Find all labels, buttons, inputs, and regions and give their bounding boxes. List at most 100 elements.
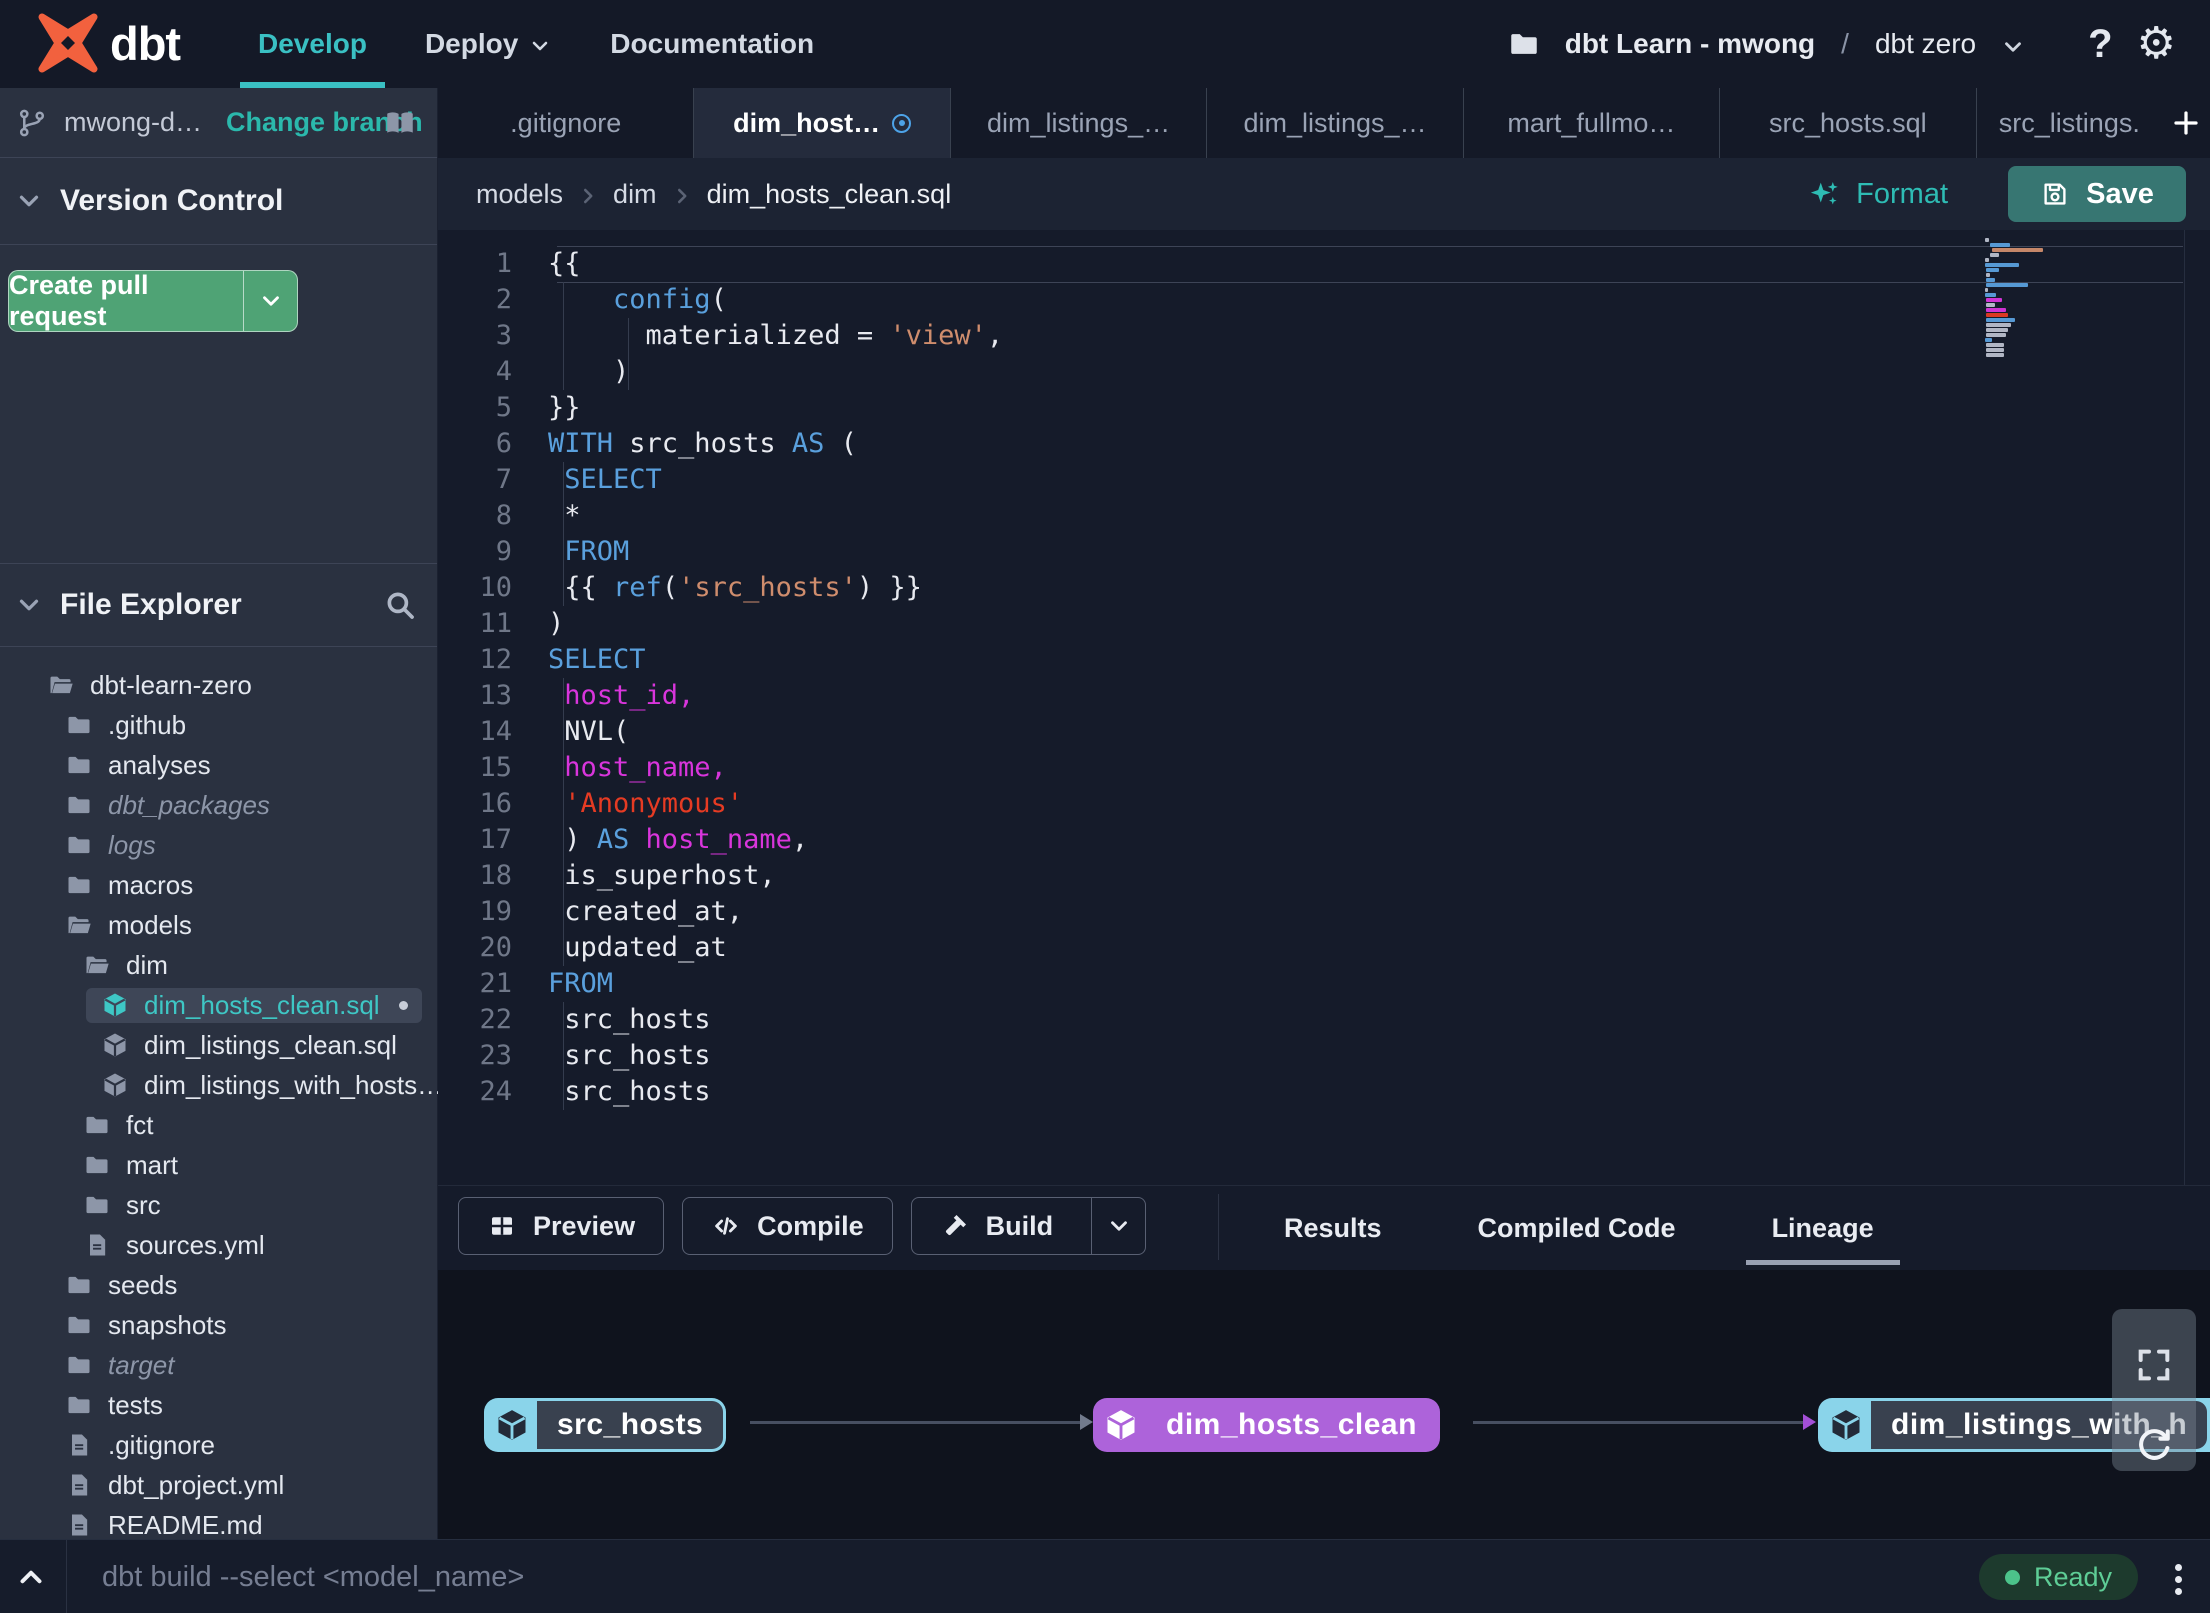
tree-item-label: .github <box>108 709 187 740</box>
tree-item-dim[interactable]: dim <box>0 945 437 985</box>
tree-item-target[interactable]: target <box>0 1345 437 1385</box>
line-number: 21 <box>479 968 512 999</box>
unsaved-dot <box>399 1000 408 1010</box>
editor-tab-dim_listings_[interactable]: dim_listings_… <box>951 88 1208 158</box>
command-input[interactable] <box>102 1540 1602 1613</box>
code-line-15: 15 host_name, <box>438 750 2210 786</box>
fullscreen-icon[interactable] <box>2134 1345 2174 1385</box>
code-line-8: 8 * <box>438 498 2210 534</box>
editor-tab-src_hosts.sql[interactable]: src_hosts.sql <box>1720 88 1977 158</box>
line-number: 3 <box>495 320 512 351</box>
nav-item-label: Documentation <box>610 28 815 59</box>
editor-tab-.gitignore[interactable]: .gitignore <box>438 88 695 158</box>
line-number: 22 <box>479 1004 512 1035</box>
branch-row: mwong-d… Change branch <box>0 88 437 158</box>
file-icon <box>64 1471 94 1499</box>
git-branch-icon <box>16 107 48 139</box>
create-pull-request-label: Create pull request <box>9 270 149 331</box>
environment-chevron-down-icon[interactable] <box>2000 34 2026 60</box>
panel-tab-lineage[interactable]: Lineage <box>1738 1186 1908 1270</box>
scrollbar-gutter[interactable] <box>2184 230 2185 1185</box>
lineage-node-dim_hosts_clean[interactable]: dim_hosts_clean <box>1093 1398 1440 1452</box>
tree-item-dbt_project.yml[interactable]: dbt_project.yml <box>0 1465 437 1505</box>
status-badge: Ready <box>1978 1554 2138 1600</box>
tree-item-dim_listings_clean.sql[interactable]: dim_listings_clean.sql <box>0 1025 437 1065</box>
tree-item-mart[interactable]: mart <box>0 1145 437 1185</box>
folder-icon <box>64 751 94 779</box>
branch-name[interactable]: mwong-d… <box>64 107 202 138</box>
reset-view-icon[interactable] <box>2132 1425 2176 1469</box>
tree-item-analyses[interactable]: analyses <box>0 745 437 785</box>
tree-item-models[interactable]: models <box>0 905 437 945</box>
tree-item-.github[interactable]: .github <box>0 705 437 745</box>
node-label: src_hosts <box>537 1401 724 1449</box>
tree-item-dim_listings_with_hosts[interactable]: dim_listings_with_hosts… <box>0 1065 443 1105</box>
tree-item-tests[interactable]: tests <box>0 1385 437 1425</box>
docs-book-icon[interactable] <box>381 106 419 140</box>
editor-tab-mart_fullmo[interactable]: mart_fullmo… <box>1464 88 1721 158</box>
kebab-menu-icon[interactable] <box>2168 1557 2188 1601</box>
folder-icon <box>64 711 94 739</box>
tree-item-snapshots[interactable]: snapshots <box>0 1305 437 1345</box>
preview-button[interactable]: Preview <box>458 1197 665 1255</box>
minimap[interactable] <box>1985 238 2043 358</box>
format-button[interactable]: Format <box>1808 177 1948 211</box>
tree-item-src[interactable]: src <box>0 1185 437 1225</box>
cube-icon <box>100 991 130 1019</box>
breadcrumb-item[interactable]: dim <box>613 179 657 210</box>
new-tab-button[interactable] <box>2162 88 2210 158</box>
tree-item-macros[interactable]: macros <box>0 865 437 905</box>
editor-tab-src_listings.[interactable]: src_listings. <box>1977 88 2163 158</box>
line-number: 19 <box>479 896 512 927</box>
chevron-up-icon[interactable] <box>14 1560 48 1594</box>
lineage-node-src_hosts[interactable]: src_hosts <box>484 1398 727 1452</box>
dbt-logo-icon[interactable] <box>36 11 100 75</box>
nav-item-documentation[interactable]: Documentation <box>610 0 814 88</box>
folder-icon <box>82 1151 112 1179</box>
tree-item-dbt-learn-zero[interactable]: dbt-learn-zero <box>0 665 437 705</box>
brand-text: dbt <box>110 17 181 70</box>
help-icon[interactable]: ? <box>2088 22 2112 67</box>
code-line-3: 3 materialized = 'view', <box>438 318 2210 354</box>
tree-item-.gitignore[interactable]: .gitignore <box>0 1425 437 1465</box>
panel-tab-compiled-code[interactable]: Compiled Code <box>1444 1186 1710 1270</box>
settings-gear-icon[interactable]: ⚙ <box>2137 22 2176 66</box>
build-button[interactable]: Build <box>910 1197 1147 1255</box>
save-label: Save <box>2086 177 2154 210</box>
save-button[interactable]: Save <box>2008 166 2186 222</box>
search-icon[interactable] <box>383 588 417 622</box>
tree-item-seeds[interactable]: seeds <box>0 1265 437 1305</box>
tree-item-fct[interactable]: fct <box>0 1105 437 1145</box>
chevron-down-icon <box>14 186 44 216</box>
tree-item-dbt_packages[interactable]: dbt_packages <box>0 785 437 825</box>
build-dropdown-toggle[interactable] <box>1091 1198 1145 1254</box>
nav-item-develop[interactable]: Develop <box>240 0 385 88</box>
tree-item-label: src <box>126 1189 161 1220</box>
tree-item-dim_hosts_clean.sql[interactable]: dim_hosts_clean.sql <box>0 985 437 1025</box>
save-disk-icon <box>2040 179 2070 209</box>
tree-item-label: dbt_packages <box>108 789 270 820</box>
code-line-6: 6 WITH src_hosts AS ( <box>438 426 2210 462</box>
breadcrumb-item[interactable]: models <box>476 179 563 210</box>
tree-item-sources.yml[interactable]: sources.yml <box>0 1225 437 1265</box>
file-explorer-header[interactable]: File Explorer <box>0 563 437 647</box>
nav-item-deploy[interactable]: Deploy <box>425 0 552 88</box>
folder-icon <box>64 1351 94 1379</box>
version-control-header[interactable]: Version Control <box>0 158 437 245</box>
chevron-down-icon <box>14 590 44 620</box>
line-number: 4 <box>495 356 512 387</box>
pr-dropdown-toggle[interactable] <box>243 271 297 331</box>
tree-item-label: analyses <box>108 749 211 780</box>
tree-item-logs[interactable]: logs <box>0 825 437 865</box>
environment-name[interactable]: dbt zero <box>1875 28 1976 60</box>
compile-button[interactable]: Compile <box>682 1197 893 1255</box>
create-pull-request-button[interactable]: Create pull request <box>8 270 298 332</box>
panel-tab-results[interactable]: Results <box>1250 1186 1416 1270</box>
tree-item-label: .gitignore <box>108 1429 215 1460</box>
editor-tab-dim_listings_[interactable]: dim_listings_… <box>1207 88 1464 158</box>
breadcrumb-item[interactable]: dim_hosts_clean.sql <box>707 179 952 210</box>
code-editor[interactable]: 1{{2 config(3 materialized = 'view', 4 ) 5… <box>438 230 2210 1185</box>
line-number: 17 <box>479 824 512 855</box>
project-name[interactable]: dbt Learn - mwong <box>1565 28 1815 60</box>
editor-tab-dim_host[interactable]: dim_host… <box>694 88 951 158</box>
